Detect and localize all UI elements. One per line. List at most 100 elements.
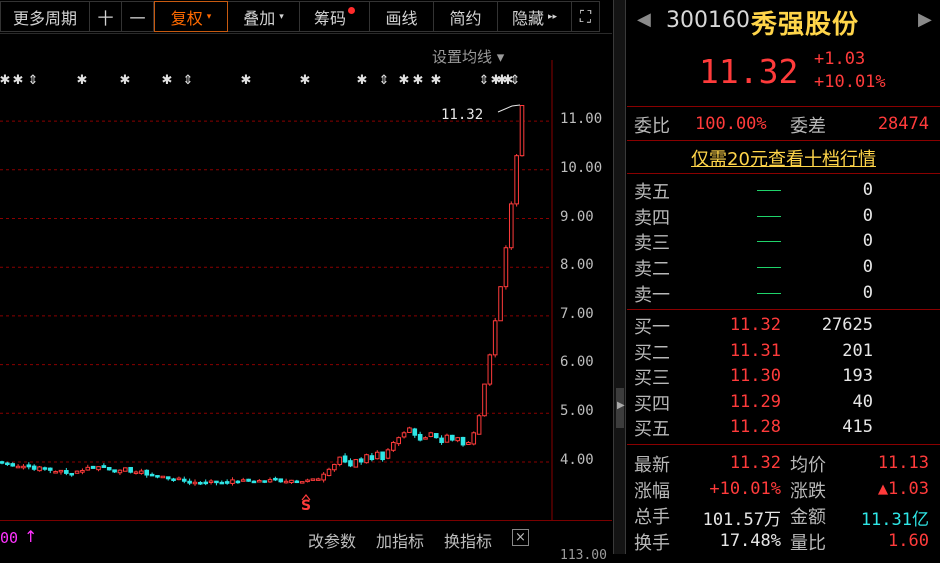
kline-chart[interactable]: ✱ ✱ ⇕ ✱ ✱ ✱ ⇕ ✱ ✱ ✱ ⇕ ✱ ✱ ✱ ⇕ ✱ ✱ ✱ ⇕ S 设置均线 ▾ 11.32 11.00 … bbox=[0, 34, 612, 520]
candle-body bbox=[74, 470, 80, 474]
event-marker-icon: ✱ bbox=[300, 73, 311, 88]
candle-body bbox=[466, 442, 471, 445]
zoom-in-button[interactable]: 十 bbox=[90, 1, 122, 32]
notification-dot-icon bbox=[348, 7, 355, 14]
candle-body bbox=[428, 432, 434, 438]
stat-value: 11.31亿 bbox=[860, 510, 929, 530]
candle-body bbox=[273, 477, 278, 481]
candle-body bbox=[380, 451, 385, 461]
candle-body bbox=[299, 481, 305, 484]
simple-mode-button[interactable]: 简约 bbox=[434, 1, 498, 32]
candle-body bbox=[358, 458, 364, 463]
close-indicator-button[interactable]: × bbox=[512, 529, 529, 546]
candle-body bbox=[294, 480, 300, 484]
candle-body bbox=[53, 471, 58, 474]
stat-value: ▲1.03 bbox=[877, 479, 929, 499]
bid-price: 11.29 bbox=[729, 392, 781, 412]
candle-body bbox=[85, 466, 91, 471]
chevron-down-icon: ▾ bbox=[206, 11, 212, 22]
separator bbox=[627, 444, 940, 445]
adjust-rights-dropdown[interactable]: 复权 ▾ bbox=[154, 1, 228, 32]
level2-promo-link[interactable]: 仅需20元查看十档行情 bbox=[627, 145, 940, 171]
ma-settings-label: 设置均线 bbox=[432, 48, 493, 66]
candle-body bbox=[112, 469, 117, 473]
bid-label: 买三 bbox=[634, 368, 670, 389]
candle-body bbox=[240, 479, 246, 482]
candle-body bbox=[133, 471, 139, 474]
candle-body bbox=[0, 461, 5, 464]
candle-body bbox=[289, 479, 294, 484]
fullscreen-icon: ⛶ bbox=[579, 6, 592, 26]
next-stock-button[interactable]: ▶ bbox=[918, 9, 932, 30]
candle-body bbox=[278, 478, 284, 483]
candle-body bbox=[396, 437, 402, 445]
candle-body bbox=[96, 466, 101, 471]
candle-body bbox=[149, 473, 155, 477]
overlay-dropdown[interactable]: 叠加 ▾ bbox=[228, 1, 300, 32]
candle-body bbox=[139, 470, 144, 474]
candle-body bbox=[15, 465, 21, 469]
candle-body bbox=[219, 481, 225, 485]
candle-body bbox=[198, 481, 203, 485]
candle-body bbox=[407, 427, 412, 433]
more-periods-button[interactable]: 更多周期 bbox=[0, 1, 90, 32]
chips-button[interactable]: 筹码 bbox=[300, 1, 370, 32]
candle-body bbox=[476, 415, 482, 435]
ask-volume: 0 bbox=[862, 206, 873, 226]
zoom-out-button[interactable]: 一 bbox=[122, 1, 154, 32]
candle-body bbox=[262, 480, 267, 483]
candle-body bbox=[5, 462, 10, 466]
chevron-down-icon: ▾ bbox=[279, 11, 284, 22]
candle-body bbox=[519, 105, 525, 157]
event-marker-icon: ✱ bbox=[120, 73, 131, 88]
bid-price: 11.31 bbox=[729, 341, 781, 361]
double-arrow-right-icon: ▸▸ bbox=[547, 11, 558, 22]
event-marker-icon: ⇕ bbox=[510, 73, 521, 88]
last-price-marker: 11.32 bbox=[441, 107, 484, 123]
candle-body bbox=[369, 455, 375, 461]
y-tick-label: 9.00 bbox=[560, 209, 594, 225]
indicator-axis-value: 113.00 bbox=[560, 548, 607, 563]
ma-settings-dropdown[interactable]: 设置均线 ▾ bbox=[432, 46, 504, 67]
price-change: +1.03 bbox=[814, 49, 866, 69]
edit-params-button[interactable]: 改参数 bbox=[308, 528, 356, 552]
y-tick-label: 5.00 bbox=[560, 403, 594, 419]
separator bbox=[627, 309, 940, 310]
candle-body bbox=[155, 475, 160, 478]
draw-line-button[interactable]: 画线 bbox=[370, 1, 434, 32]
kline-svg: ✱ ✱ ⇕ ✱ ✱ ✱ ⇕ ✱ ✱ ✱ ⇕ ✱ ✱ ✱ ⇕ ✱✱✱⇕S bbox=[0, 60, 553, 520]
candle-body bbox=[235, 480, 241, 484]
candle-body bbox=[503, 247, 509, 288]
chevron-down-icon: ▾ bbox=[496, 48, 505, 66]
bid-price: 11.28 bbox=[729, 417, 781, 437]
candle-body bbox=[47, 467, 53, 471]
candle-body bbox=[128, 466, 133, 473]
candle-body bbox=[26, 464, 32, 468]
zoom-out-icon: 一 bbox=[129, 8, 146, 28]
fullscreen-button[interactable]: ⛶ bbox=[572, 1, 600, 32]
candle-body bbox=[122, 467, 128, 472]
candle-body bbox=[514, 155, 519, 205]
candle-body bbox=[192, 481, 198, 485]
candle-body bbox=[348, 460, 353, 467]
hide-button[interactable]: 隐藏 ▸▸ bbox=[498, 1, 572, 32]
switch-indicator-button[interactable]: 换指标 bbox=[444, 528, 492, 552]
candle-body bbox=[315, 478, 321, 481]
candle-body bbox=[246, 478, 251, 482]
separator bbox=[627, 173, 940, 174]
candle-body bbox=[144, 469, 150, 476]
last-price-pointer bbox=[497, 104, 521, 113]
add-indicator-button[interactable]: 加指标 bbox=[376, 528, 424, 552]
candle-body bbox=[181, 478, 187, 482]
candle-body bbox=[101, 465, 107, 468]
event-marker-icon: ✱ bbox=[0, 73, 10, 88]
candle-body bbox=[417, 433, 423, 441]
candle-body bbox=[42, 467, 48, 470]
bid-volume: 415 bbox=[842, 417, 873, 437]
event-marker-icon: ✱ bbox=[431, 73, 442, 88]
prev-stock-button[interactable]: ◀ bbox=[637, 9, 651, 30]
candle-body bbox=[385, 449, 391, 459]
candle-body bbox=[257, 479, 262, 483]
candle-body bbox=[283, 480, 289, 484]
ask-label: 卖二 bbox=[634, 259, 670, 280]
